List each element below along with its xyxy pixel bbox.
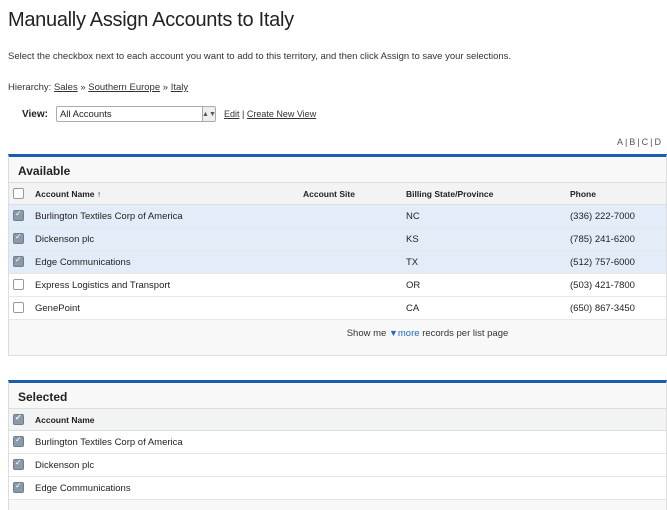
alpha-index-letter[interactable]: C xyxy=(642,137,649,147)
available-title: Available xyxy=(18,164,71,178)
alpha-index-letter[interactable]: A xyxy=(617,137,623,147)
row-checkbox[interactable] xyxy=(13,232,24,245)
table-row: Burlington Textiles Corp of America NC (… xyxy=(9,204,666,228)
billing-state-cell: TX xyxy=(402,250,566,274)
column-header-account-name[interactable]: Account Name ↑ xyxy=(31,182,299,205)
account-name-cell: Burlington Textiles Corp of America xyxy=(31,204,299,228)
phone-cell: (503) 421-7800 xyxy=(566,273,666,297)
select-all-checkbox[interactable] xyxy=(13,188,24,200)
view-select-value: All Accounts xyxy=(59,108,112,120)
breadcrumb-separator: » xyxy=(162,82,169,93)
row-checkbox[interactable] xyxy=(13,458,24,471)
account-site-cell xyxy=(299,227,402,251)
show-more-link[interactable]: more xyxy=(398,328,420,339)
account-name-cell: Dickenson plc xyxy=(31,453,666,477)
account-name-cell: Edge Communications xyxy=(31,476,666,500)
table-header-row: Account Name xyxy=(9,408,666,431)
breadcrumb-item-southern-europe[interactable]: Southern Europe xyxy=(88,82,160,93)
alpha-index-letter[interactable]: D xyxy=(655,137,662,147)
create-new-view-link[interactable]: Create New View xyxy=(247,109,316,119)
table-row: Express Logistics and Transport OR (503)… xyxy=(9,273,666,297)
edit-view-link[interactable]: Edit xyxy=(224,109,240,119)
selected-table: Account Name Burlington Textiles Corp of… xyxy=(9,408,666,500)
alpha-index-letter[interactable]: B xyxy=(629,137,635,147)
row-checkbox[interactable] xyxy=(13,279,24,291)
account-name-cell: GenePoint xyxy=(31,296,299,320)
table-row: Dickenson plc KS (785) 241-6200 xyxy=(9,227,666,251)
available-table: Account Name ↑ Account Site Billing Stat… xyxy=(9,182,666,320)
row-checkbox[interactable] xyxy=(13,435,24,448)
available-panel: Available Account Name ↑ Account Site Bi… xyxy=(8,154,667,356)
row-checkbox[interactable] xyxy=(13,481,24,494)
breadcrumb-separator: » xyxy=(80,82,86,93)
view-label: View: xyxy=(22,108,48,120)
table-row: GenePoint CA (650) 867-3450 xyxy=(9,296,666,320)
view-links: Edit | Create New View xyxy=(224,109,316,119)
account-site-cell xyxy=(299,250,402,274)
table-row: Edge Communications TX (512) 757-6000 xyxy=(9,250,666,274)
billing-state-cell: OR xyxy=(402,273,566,297)
account-name-cell: Express Logistics and Transport xyxy=(31,273,299,297)
phone-cell: (650) 867-3450 xyxy=(566,296,666,320)
column-header-account-site[interactable]: Account Site xyxy=(299,182,402,205)
select-all-checkbox[interactable] xyxy=(13,413,24,426)
show-more-records: Show me ▼more records per list page xyxy=(9,320,666,339)
view-select[interactable]: All Accounts ▲▼ xyxy=(55,106,216,122)
billing-state-cell: KS xyxy=(402,227,566,251)
table-header-row: Account Name ↑ Account Site Billing Stat… xyxy=(9,182,666,205)
phone-cell: (336) 222-7000 xyxy=(566,204,666,228)
account-site-cell xyxy=(299,273,402,297)
row-checkbox[interactable] xyxy=(13,255,24,268)
view-row: View: All Accounts ▲▼ Edit | Create New … xyxy=(22,106,316,122)
row-checkbox[interactable] xyxy=(13,209,24,222)
show-me-prefix: Show me xyxy=(346,328,387,339)
show-me-suffix: records per list page xyxy=(422,328,509,339)
phone-cell: (512) 757-6000 xyxy=(566,250,666,274)
select-arrows-icon: ▲▼ xyxy=(201,107,216,121)
breadcrumb-item-sales[interactable]: Sales xyxy=(54,82,78,93)
account-name-cell: Edge Communications xyxy=(31,250,299,274)
table-row: Burlington Textiles Corp of America xyxy=(9,430,666,454)
triangle-down-icon[interactable]: ▼ xyxy=(389,328,398,338)
account-site-cell xyxy=(299,204,402,228)
account-name-cell: Dickenson plc xyxy=(31,227,299,251)
breadcrumb: Hierarchy: Sales » Southern Europe » Ita… xyxy=(8,82,188,93)
column-header-billing-state[interactable]: Billing State/Province xyxy=(402,182,566,205)
page-title: Manually Assign Accounts to Italy xyxy=(8,9,294,31)
billing-state-cell: NC xyxy=(402,204,566,228)
account-site-cell xyxy=(299,296,402,320)
breadcrumb-label: Hierarchy: xyxy=(8,82,52,93)
table-row: Dickenson plc xyxy=(9,453,666,477)
alpha-index: A | B | C | D xyxy=(616,137,662,147)
breadcrumb-item-italy[interactable]: Italy xyxy=(171,82,188,93)
column-header-account-name[interactable]: Account Name xyxy=(31,408,666,431)
billing-state-cell: CA xyxy=(402,296,566,320)
table-row: Edge Communications xyxy=(9,476,666,500)
selected-panel: Selected Account Name Burlington Textile… xyxy=(8,380,667,510)
links-divider: | xyxy=(241,109,245,119)
column-header-phone[interactable]: Phone xyxy=(566,182,666,205)
phone-cell: (785) 241-6200 xyxy=(566,227,666,251)
selected-title: Selected xyxy=(18,390,68,404)
instructions-text: Select the checkbox next to each account… xyxy=(8,51,512,62)
row-checkbox[interactable] xyxy=(13,302,24,314)
account-name-cell: Burlington Textiles Corp of America xyxy=(31,430,666,454)
